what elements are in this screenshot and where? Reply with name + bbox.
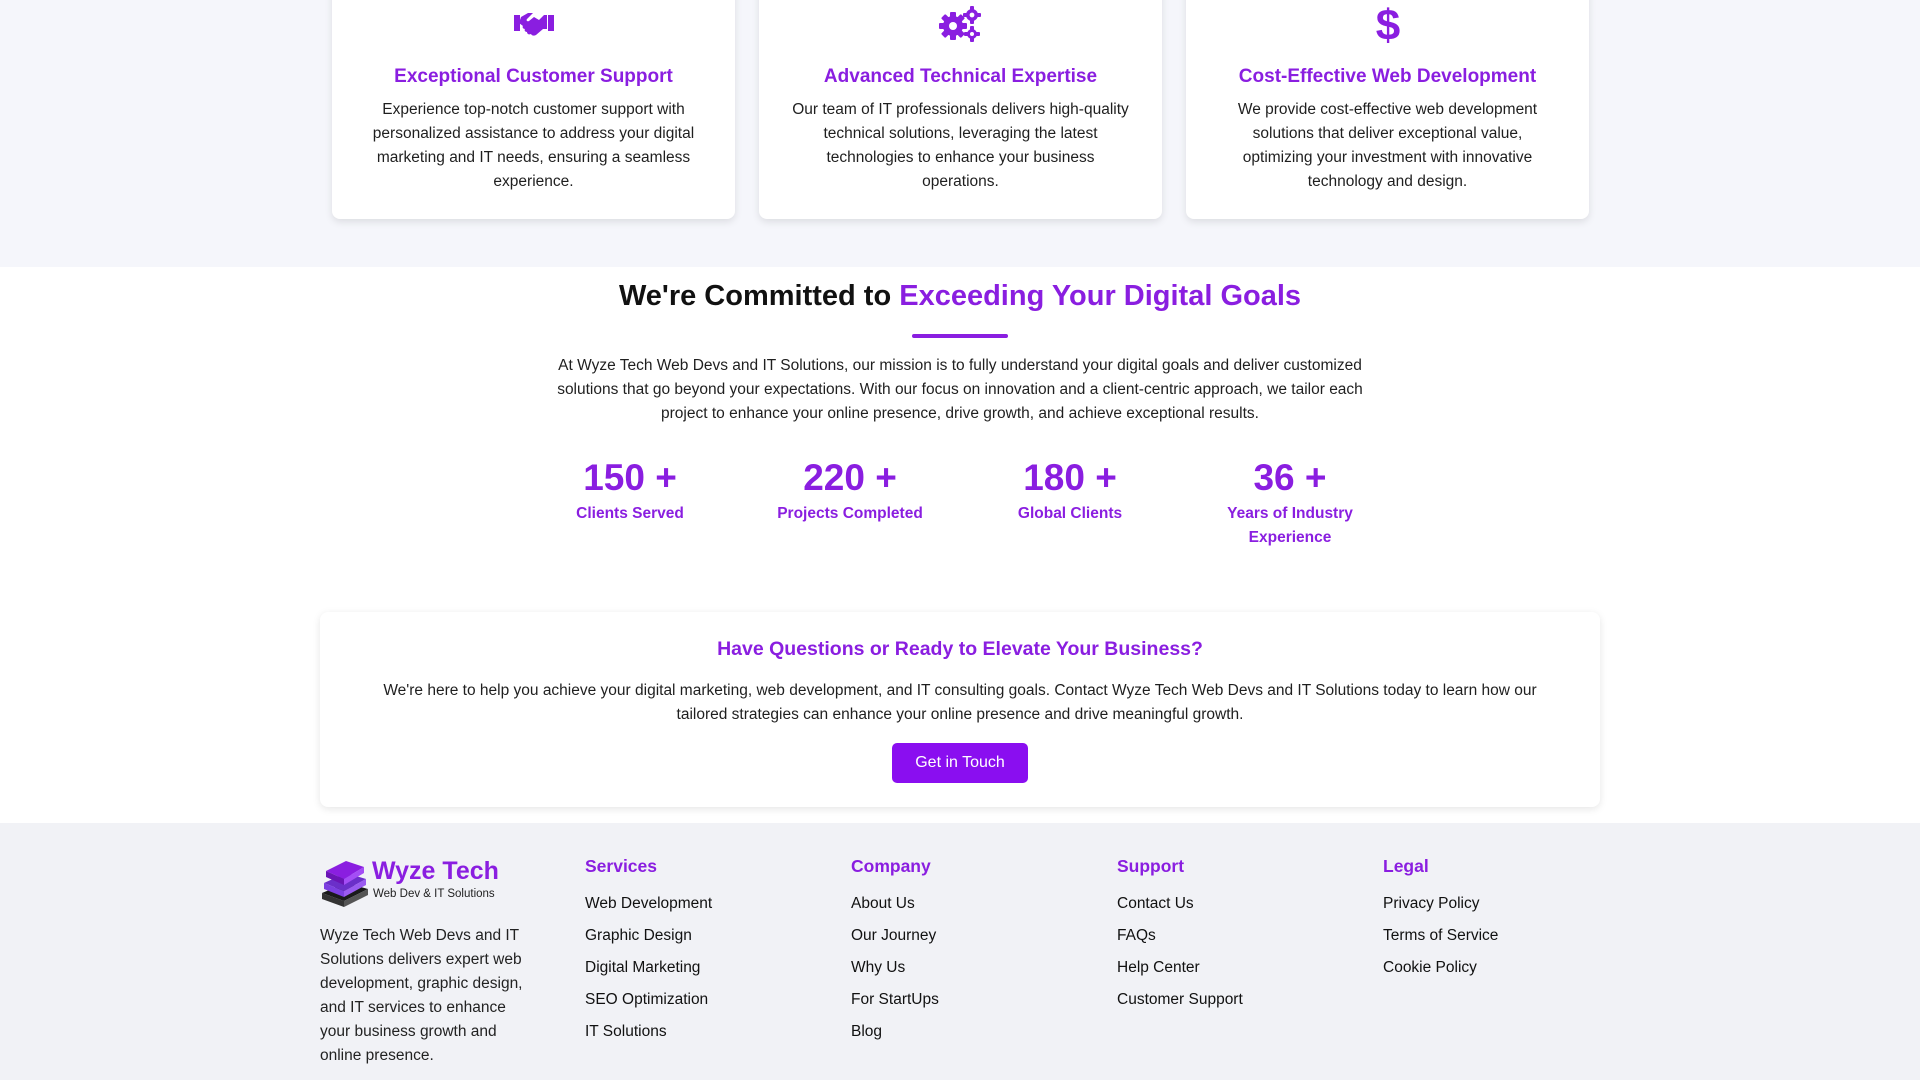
feature-title: Cost-Effective Web Development: [1238, 66, 1537, 87]
footer-link[interactable]: SEO Optimization: [585, 991, 708, 1008]
stat-value: 36 +: [1253, 457, 1327, 498]
feature-card-cost: $ Cost-Effective Web Development We prov…: [1186, 0, 1589, 219]
footer-link[interactable]: Why Us: [851, 959, 905, 976]
cta-card: Have Questions or Ready to Elevate Your …: [320, 612, 1600, 807]
footer-link[interactable]: Help Center: [1117, 959, 1200, 976]
heading-underline: [912, 334, 1008, 338]
footer-description: Wyze Tech Web Devs and IT Solutions deli…: [320, 927, 523, 1064]
footer-link[interactable]: FAQs: [1117, 927, 1156, 944]
footer-link[interactable]: Digital Marketing: [585, 959, 700, 976]
stat-label: Years of Industry Experience: [1227, 505, 1353, 546]
stat-value: 180 +: [1023, 457, 1117, 498]
commitment-heading-plain: We're Committed to: [618, 280, 900, 312]
footer-heading: Support: [1117, 856, 1185, 876]
feature-text: Experience top-notch customer support wi…: [372, 101, 695, 190]
footer-link[interactable]: Graphic Design: [585, 927, 692, 944]
footer-column-company: Company About Us Our Journey Why Us For …: [851, 856, 939, 1054]
feature-text: Our team of IT professionals delivers hi…: [792, 101, 1129, 190]
commitment-text: At Wyze Tech Web Devs and IT Solutions, …: [557, 357, 1363, 422]
feature-card-expertise: Advanced Technical Expertise Our team of…: [759, 0, 1162, 219]
logo-tagline: Web Dev & IT Solutions: [373, 888, 495, 900]
footer-link[interactable]: Web Development: [585, 895, 712, 912]
cta-title: Have Questions or Ready to Elevate Your …: [717, 638, 1203, 660]
cta-text: We're here to help you achieve your digi…: [383, 682, 1537, 723]
stat-years-experience: 36 + Years of Industry Experience: [1195, 454, 1385, 550]
footer-heading: Services: [585, 856, 658, 876]
stat-clients-served: 150 + Clients Served: [535, 454, 725, 526]
stat-label: Global Clients: [1017, 505, 1123, 522]
gears-icon: [759, 2, 1162, 46]
footer-link[interactable]: For StartUps: [851, 991, 939, 1008]
footer-link[interactable]: Privacy Policy: [1383, 895, 1479, 912]
footer-link[interactable]: Contact Us: [1117, 895, 1194, 912]
features-section: Exceptional Customer Support Experience …: [0, 0, 1920, 267]
svg-text:$: $: [1375, 2, 1399, 46]
footer-column-services: Services Web Development Graphic Design …: [585, 856, 712, 1054]
stat-projects-completed: 220 + Projects Completed: [755, 454, 945, 526]
footer-link[interactable]: Terms of Service: [1383, 927, 1498, 944]
footer-column-legal: Legal Privacy Policy Terms of Service Co…: [1383, 856, 1498, 990]
footer-link[interactable]: Blog: [851, 1023, 882, 1040]
footer-heading: Company: [851, 856, 931, 876]
footer: Wyze Tech Web Dev & IT Solutions Wyze Te…: [0, 823, 1920, 1080]
commitment-heading-highlight: Exceeding Your Digital Goals: [899, 280, 1302, 312]
footer-heading: Legal: [1383, 856, 1429, 876]
stat-value: 150 +: [583, 457, 677, 498]
footer-link[interactable]: Our Journey: [851, 927, 936, 944]
dollar-icon: $: [1186, 2, 1589, 46]
footer-column-support: Support Contact Us FAQs Help Center Cust…: [1117, 856, 1243, 1022]
footer-link[interactable]: IT Solutions: [585, 1023, 667, 1040]
feature-title: Advanced Technical Expertise: [823, 66, 1098, 87]
stat-label: Projects Completed: [777, 505, 923, 522]
logo-name: Wyze Tech: [372, 857, 499, 885]
feature-card-support: Exceptional Customer Support Experience …: [332, 0, 735, 219]
feature-title: Exceptional Customer Support: [394, 66, 673, 87]
footer-link[interactable]: Customer Support: [1117, 991, 1243, 1008]
footer-link[interactable]: About Us: [851, 895, 915, 912]
stat-value: 220 +: [803, 457, 897, 498]
logo[interactable]: Wyze Tech Web Dev & IT Solutions: [320, 855, 500, 911]
stat-label: Clients Served: [576, 505, 684, 522]
handshake-icon: [332, 2, 735, 46]
stat-global-clients: 180 + Global Clients: [975, 454, 1165, 526]
logo-books-icon: [322, 861, 368, 907]
feature-text: We provide cost-effective web developmen…: [1237, 101, 1538, 190]
footer-link[interactable]: Cookie Policy: [1383, 959, 1477, 976]
get-in-touch-button[interactable]: Get in Touch: [892, 743, 1028, 783]
commitment-heading: We're Committed to Exceeding Your Digita…: [0, 280, 1920, 313]
